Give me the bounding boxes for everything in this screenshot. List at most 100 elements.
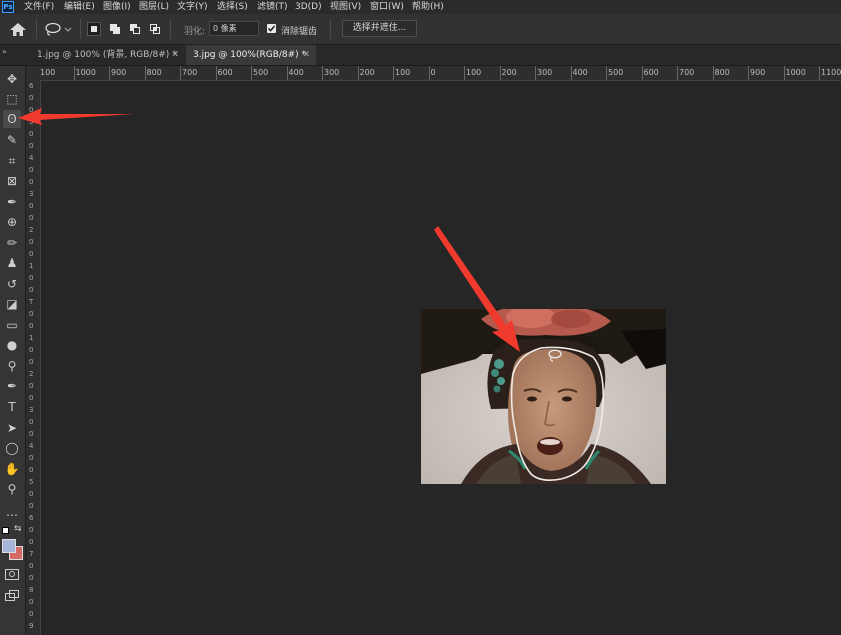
ruler-tick-label: 0 bbox=[29, 598, 34, 606]
ruler-tick-label: 0 bbox=[29, 562, 34, 570]
swap-colors-icon[interactable]: ⇆ bbox=[14, 524, 22, 534]
menu-view[interactable]: 视图(V) bbox=[330, 0, 361, 14]
healing-brush-icon: ⊕ bbox=[6, 215, 18, 229]
ruler-tick-label: 0 bbox=[29, 526, 34, 534]
close-icon[interactable]: ✕ bbox=[302, 45, 310, 65]
ruler-tick-label: 0 bbox=[29, 142, 34, 150]
marquee-icon: ⬚ bbox=[6, 92, 18, 106]
document-image[interactable] bbox=[421, 309, 666, 484]
horizontal-ruler: 100 1000 900 800 700 600 500 400 300 200 100 0 100 20… bbox=[40, 66, 841, 81]
menu-3d[interactable]: 3D(D) bbox=[295, 0, 322, 14]
select-and-mask-button[interactable]: 选择并遮住... bbox=[342, 20, 417, 37]
antialias-checkbox[interactable] bbox=[267, 24, 276, 33]
move-tool[interactable]: ✥ bbox=[3, 70, 21, 88]
new-selection-button[interactable] bbox=[87, 22, 101, 36]
quick-select-tool[interactable]: ✎ bbox=[3, 131, 21, 149]
close-icon[interactable]: ✕ bbox=[171, 45, 179, 65]
marquee-tool[interactable]: ⬚ bbox=[3, 90, 21, 108]
ruler-tick-label: 0 bbox=[29, 286, 34, 294]
ruler-tick-label: 0 bbox=[29, 610, 34, 618]
gradient-tool[interactable]: ▭ bbox=[3, 316, 21, 334]
ruler-tick-label: 4 bbox=[29, 442, 34, 450]
divider bbox=[80, 19, 81, 39]
default-colors-icon[interactable] bbox=[2, 527, 10, 534]
ruler-tick-label: 0 bbox=[29, 250, 34, 258]
zoom-tool[interactable]: ⚲ bbox=[3, 480, 21, 498]
screen-mode-button[interactable] bbox=[5, 590, 19, 601]
menu-window[interactable]: 窗口(W) bbox=[370, 0, 404, 14]
divider bbox=[170, 19, 171, 39]
new-selection-icon bbox=[91, 26, 97, 32]
ruler-tick-label: 0 bbox=[29, 94, 34, 102]
ruler-tick-label: 800 bbox=[714, 68, 730, 77]
eraser-icon: ◪ bbox=[6, 297, 18, 311]
ruler-corner bbox=[26, 66, 40, 80]
menu-layer[interactable]: 图层(L) bbox=[139, 0, 169, 14]
hand-icon: ✋ bbox=[4, 462, 20, 476]
lasso-icon: ʘ bbox=[7, 112, 17, 126]
ruler-tick-label: 6 bbox=[29, 514, 34, 522]
ruler-tick-label: 0 bbox=[29, 502, 34, 510]
ruler-tick-label: 100 bbox=[395, 68, 411, 77]
subtract-selection-button[interactable] bbox=[128, 22, 142, 36]
ruler-tick-label: 8 bbox=[29, 586, 34, 594]
foreground-color-swatch[interactable] bbox=[2, 539, 16, 553]
shape-icon: ◯ bbox=[5, 441, 19, 455]
menu-image[interactable]: 图像(I) bbox=[103, 0, 131, 14]
ruler-tick-label: 500 bbox=[253, 68, 269, 77]
lasso-icon bbox=[45, 22, 72, 36]
ruler-tick-label: 0 bbox=[29, 310, 34, 318]
shape-tool[interactable]: ◯ bbox=[3, 439, 21, 457]
feather-input[interactable]: 0 像素 bbox=[209, 21, 259, 36]
clone-stamp-tool[interactable]: ♟ bbox=[3, 254, 21, 272]
path-select-tool[interactable]: ➤ bbox=[3, 419, 21, 437]
clone-stamp-icon: ♟ bbox=[6, 256, 18, 270]
tab-3jpg[interactable]: 3.jpg @ 100%(RGB/8#) * ✕ bbox=[186, 45, 316, 65]
ruler-tick-label: 400 bbox=[288, 68, 304, 77]
menu-select[interactable]: 选择(S) bbox=[217, 0, 248, 14]
zoom-icon: ⚲ bbox=[7, 482, 17, 496]
menu-file[interactable]: 文件(F) bbox=[24, 0, 54, 14]
antialias-label: 消除锯齿 bbox=[281, 27, 318, 37]
collapse-panel-icon[interactable]: » bbox=[2, 47, 7, 56]
ruler-tick-label: 0 bbox=[29, 466, 34, 474]
blur-tool[interactable]: ● bbox=[3, 336, 21, 354]
intersect-selection-button[interactable] bbox=[148, 22, 162, 36]
ruler-tick-label: 700 bbox=[679, 68, 695, 77]
pen-tool[interactable]: ✒ bbox=[3, 377, 21, 395]
ruler-tick-label: 0 bbox=[29, 394, 34, 402]
brush-tool[interactable]: ✏ bbox=[3, 234, 21, 252]
vertical-ruler: 6 0 0 5 0 0 4 0 0 3 0 0 2 0 0 1 0 0 T 0 0 1 0 0 2 0 0 3 0 0 4 0 0 5 0 0 6 0 0 7… bbox=[26, 80, 41, 635]
ruler-tick-label: 1100 bbox=[821, 68, 841, 77]
tab-1jpg[interactable]: 1.jpg @ 100% (背景, RGB/8#) * ✕ bbox=[30, 45, 185, 65]
options-bar: 羽化: 0 像素 消除锯齿 选择并遮住... bbox=[0, 14, 841, 45]
ruler-tick-label: 0 bbox=[29, 202, 34, 210]
ruler-tick-label: 500 bbox=[608, 68, 624, 77]
dodge-tool[interactable]: ⚲ bbox=[3, 357, 21, 375]
crop-tool[interactable]: ⌗ bbox=[3, 152, 21, 170]
type-tool[interactable]: T bbox=[3, 398, 21, 416]
menu-help[interactable]: 帮助(H) bbox=[412, 0, 444, 14]
eraser-tool[interactable]: ◪ bbox=[3, 295, 21, 313]
hand-tool[interactable]: ✋ bbox=[3, 460, 21, 478]
quick-mask-button[interactable] bbox=[5, 569, 19, 580]
more-tools[interactable]: … bbox=[3, 503, 21, 521]
ruler-tick-label: 0 bbox=[29, 574, 34, 582]
ruler-tick-label: 0 bbox=[29, 418, 34, 426]
ruler-tick-label: 2 bbox=[29, 370, 34, 378]
menu-edit[interactable]: 编辑(E) bbox=[64, 0, 95, 14]
menu-type[interactable]: 文字(Y) bbox=[177, 0, 208, 14]
history-brush-tool[interactable]: ↺ bbox=[3, 275, 21, 293]
move-icon: ✥ bbox=[6, 72, 18, 86]
ruler-tick-label: 0 bbox=[29, 166, 34, 174]
add-selection-button[interactable] bbox=[108, 22, 122, 36]
menu-filter[interactable]: 滤镜(T) bbox=[257, 0, 288, 14]
eyedropper-tool[interactable]: ✒ bbox=[3, 193, 21, 211]
tool-preset-picker[interactable] bbox=[44, 22, 74, 37]
home-button[interactable] bbox=[9, 22, 27, 37]
lasso-tool[interactable]: ʘ bbox=[3, 110, 21, 128]
frame-tool[interactable]: ⊠ bbox=[3, 172, 21, 190]
ruler-tick-label: 0 bbox=[29, 430, 34, 438]
ruler-tick-label: 0 bbox=[29, 130, 34, 138]
healing-brush-tool[interactable]: ⊕ bbox=[3, 213, 21, 231]
